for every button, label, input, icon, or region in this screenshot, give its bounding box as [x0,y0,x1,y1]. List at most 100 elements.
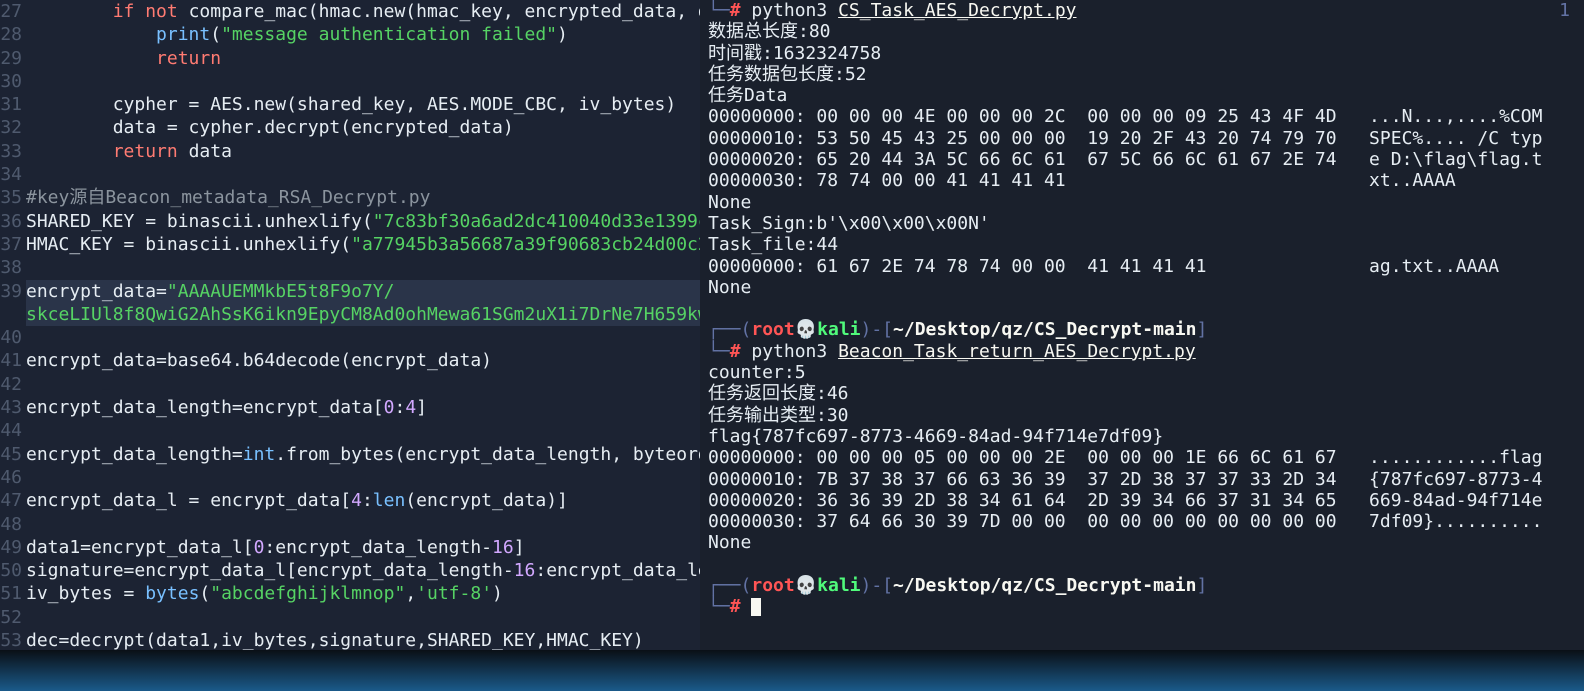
line-number: 28 [0,23,24,46]
line-number: 31 [0,93,24,116]
prompt-hash-icon: # [730,596,752,617]
line-number: 38 [0,256,24,279]
line-number: 32 [0,116,24,139]
output-line: Task_Sign:b'\x00\x00\x00N' [708,213,1584,234]
terminal-line-indicator: 1 [1559,0,1570,21]
line-number: 40 [0,326,24,349]
prompt-path: ~/Desktop/qz/CS_Decrypt-main [893,575,1196,596]
prompt-hash-icon: # [730,0,752,21]
code-line[interactable] [26,513,700,536]
code-line[interactable]: iv_bytes = bytes("abcdefghijklmnop",'utf… [26,582,700,605]
prompt-line: ┌──(root💀kali)-[~/Desktop/qz/CS_Decrypt-… [708,319,1584,340]
line-number: 50 [0,559,24,582]
skull-icon: 💀 [795,319,817,340]
output-line: None [708,192,1584,213]
line-number: 33 [0,140,24,163]
code-line[interactable]: print("message authentication failed") [26,23,700,46]
line-number: 35 [0,186,24,209]
code-line[interactable]: return [26,47,700,70]
output-line: 任务输出类型:30 [708,405,1584,426]
code-line[interactable]: #key源自Beacon_metadata_RSA_Decrypt.py [26,186,700,209]
output-line: None [708,277,1584,298]
code-line[interactable]: encrypt_data_length=int.from_bytes(encry… [26,443,700,466]
line-number: 30 [0,70,24,93]
hex-dump-line: 00000010: 7B 37 38 37 66 63 36 39 37 2D … [708,469,1584,490]
output-line: 任务Data [708,85,1584,106]
code-line[interactable]: data = cypher.decrypt(encrypted_data) [26,116,700,139]
line-number: 29 [0,47,24,70]
code-line[interactable]: dec=decrypt(data1,iv_bytes,signature,SHA… [26,629,700,650]
line-number: 47 [0,489,24,512]
code-line[interactable]: SHARED_KEY = binascii.unhexlify("7c83bf3… [26,210,700,233]
command-line[interactable]: └─# python3 Beacon_Task_return_AES_Decry… [708,341,1584,362]
line-number: 46 [0,466,24,489]
line-number: 37 [0,233,24,256]
code-line[interactable]: data1=encrypt_data_l[0:encrypt_data_leng… [26,536,700,559]
code-line[interactable] [26,70,700,93]
code-line[interactable] [26,466,700,489]
code-line[interactable] [26,326,700,349]
code-line[interactable] [26,373,700,396]
output-line: 任务返回长度:46 [708,383,1584,404]
code-line[interactable]: return data [26,140,700,163]
code-editor-pane[interactable]: 27282930313233343536373839 40414243444546… [0,0,700,650]
line-number-gutter: 27282930313233343536373839 40414243444546… [0,0,24,650]
output-line: flag{787fc697-8773-4669-84ad-94f714e7df0… [708,426,1584,447]
line-number: 45 [0,443,24,466]
hex-dump-line: 00000010: 53 50 45 43 25 00 00 00 19 20 … [708,128,1584,149]
blank-line [708,298,1584,319]
line-number: 52 [0,606,24,629]
output-line: 时间戳:1632324758 [708,43,1584,64]
hex-dump-line: 00000030: 78 74 00 00 41 41 41 41 xt..AA… [708,170,1584,191]
code-line[interactable]: encrypt_data=base64.b64decode(encrypt_da… [26,349,700,372]
command-line[interactable]: └─# python3 CS_Task_AES_Decrypt.py [708,0,1584,21]
code-line[interactable]: encrypt_data_length=encrypt_data[0:4] [26,396,700,419]
output-line: 数据总长度:80 [708,21,1584,42]
prompt-user: root [751,575,794,596]
line-number: 42 [0,373,24,396]
line-number: 34 [0,163,24,186]
code-line[interactable]: if not compare_mac(hmac.new(hmac_key, en… [26,0,700,23]
hex-dump-line: 00000000: 00 00 00 05 00 00 00 2E 00 00 … [708,447,1584,468]
hex-dump-line: 00000000: 61 67 2E 74 78 74 00 00 41 41 … [708,256,1584,277]
line-number: 53 [0,629,24,650]
cursor-icon [751,598,761,616]
line-number: 44 [0,419,24,442]
hex-dump-line: 00000020: 36 36 39 2D 38 34 61 64 2D 39 … [708,490,1584,511]
code-line[interactable] [26,163,700,186]
code-line[interactable] [26,606,700,629]
prompt-host: kali [817,575,860,596]
output-line: None [708,532,1584,553]
line-number: 27 [0,0,24,23]
code-line[interactable]: cypher = AES.new(shared_key, AES.MODE_CB… [26,93,700,116]
output-line: counter:5 [708,362,1584,383]
hex-dump-line: 00000000: 00 00 00 4E 00 00 00 2C 00 00 … [708,106,1584,127]
prompt-path: ~/Desktop/qz/CS_Decrypt-main [893,319,1196,340]
line-number: 48 [0,513,24,536]
code-line[interactable]: skceLIUl8f8QwiG2AhSsK6ikn9EpyCM8Ad0ohMew… [26,303,700,326]
code-area[interactable]: if not compare_mac(hmac.new(hmac_key, en… [26,0,700,650]
code-line[interactable] [26,256,700,279]
skull-icon: 💀 [795,575,817,596]
cursor-line[interactable]: └─# [708,596,1584,617]
code-line[interactable]: encrypt_data="AAAAUEMMkbE5t8F9o7Y/ [26,280,700,303]
terminal-pane[interactable]: 1 └─# python3 CS_Task_AES_Decrypt.py数据总长… [700,0,1584,650]
line-number: 49 [0,536,24,559]
prompt-user: root [751,319,794,340]
line-number: 51 [0,582,24,605]
line-number: 36 [0,210,24,233]
line-number: 43 [0,396,24,419]
code-line[interactable]: encrypt_data_l = encrypt_data[4:len(encr… [26,489,700,512]
code-line[interactable] [26,419,700,442]
blank-line [708,554,1584,575]
prompt-line: ┌──(root💀kali)-[~/Desktop/qz/CS_Decrypt-… [708,575,1584,596]
hex-dump-line: 00000030: 37 64 66 30 39 7D 00 00 00 00 … [708,511,1584,532]
output-line: Task_file:44 [708,234,1584,255]
prompt-hash-icon: # [730,341,752,362]
hex-dump-line: 00000020: 65 20 44 3A 5C 66 6C 61 67 5C … [708,149,1584,170]
code-line[interactable]: signature=encrypt_data_l[encrypt_data_le… [26,559,700,582]
line-number: 39 [0,280,24,303]
code-line[interactable]: HMAC_KEY = binascii.unhexlify("a77945b3a… [26,233,700,256]
line-number: 41 [0,349,24,372]
prompt-host: kali [817,319,860,340]
